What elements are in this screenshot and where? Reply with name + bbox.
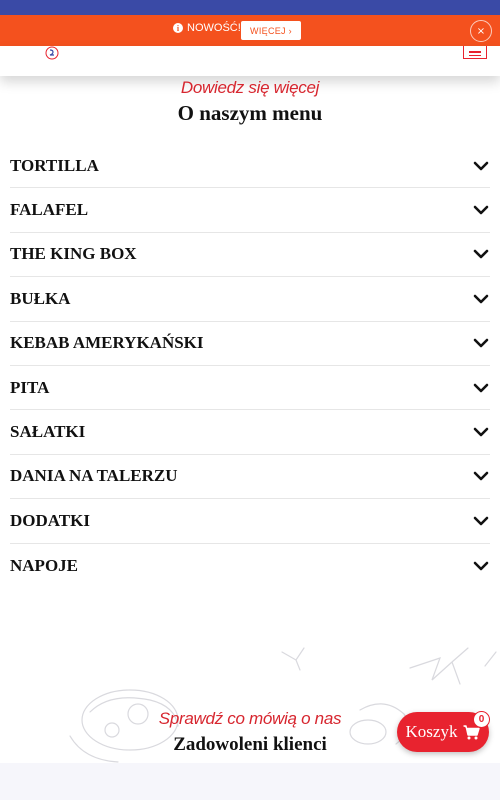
menu-accordion: TORTILLA FALAFEL THE KING BOX BUŁKA KEBA… [10,144,490,588]
accordion-label: DANIA NA TALERZU [10,466,178,486]
accordion-item-napoje[interactable]: NAPOJE [10,544,490,588]
chevron-down-icon [473,472,489,481]
accordion-label: TORTILLA [10,155,99,175]
accordion-item-bulka[interactable]: BUŁKA [10,277,490,322]
hamburger-line [469,54,481,56]
accordion-label: SAŁATKI [10,422,86,442]
accordion-label: DODATKI [10,510,90,530]
accordion-label: PITA [10,377,50,397]
more-button[interactable]: WIĘCEJ › [241,21,301,40]
notice-info: i NOWOŚĆ! [173,22,241,34]
menu-eyebrow: Dowiedz się więcej [180,78,320,97]
accordion-item-the-king-box[interactable]: THE KING BOX [10,233,490,278]
chevron-down-icon [473,294,489,304]
accordion-item-dodatki[interactable]: DODATKI [10,499,490,544]
accordion-item-tortilla[interactable]: TORTILLA [10,144,490,189]
accordion-label: NAPOJE [10,555,78,575]
accordion-item-falafel[interactable]: FALAFEL [10,188,490,233]
accordion-item-salatki[interactable]: SAŁATKI [10,410,490,455]
site-header [0,46,500,76]
chevron-down-icon [473,250,489,259]
cart-count-badge: 0 [473,711,490,728]
notice-label: NOWOŚĆ! [187,22,241,34]
info-icon: i [173,23,183,33]
chevron-down-icon [473,427,489,437]
hamburger-line [469,51,481,53]
chevron-down-icon [473,161,489,170]
cart-label: Koszyk [405,722,458,741]
accordion-item-kebab-amerykanski[interactable]: KEBAB AMERYKAŃSKI [10,322,490,366]
hamburger-menu-button[interactable] [463,46,487,59]
accordion-label: FALAFEL [10,200,89,220]
logo-icon[interactable] [45,46,59,60]
accordion-label: THE KING BOX [10,244,137,264]
top-color-bar [0,0,500,15]
chevron-down-icon [473,383,489,392]
chevron-down-icon [473,561,489,571]
chevron-down-icon [473,205,489,215]
menu-section-title: O naszym menu [177,101,323,125]
chevron-down-icon [473,338,489,348]
footer-band [0,763,500,800]
accordion-item-dania-na-talerzu[interactable]: DANIA NA TALERZU [10,455,490,500]
notice-bar: i NOWOŚĆ! WIĘCEJ › × [0,15,500,46]
accordion-item-pita[interactable]: PITA [10,366,490,411]
close-notice-button[interactable]: × [470,20,492,42]
chevron-down-icon [473,516,489,526]
accordion-label: KEBAB AMERYKAŃSKI [10,333,204,353]
accordion-label: BUŁKA [10,288,71,308]
